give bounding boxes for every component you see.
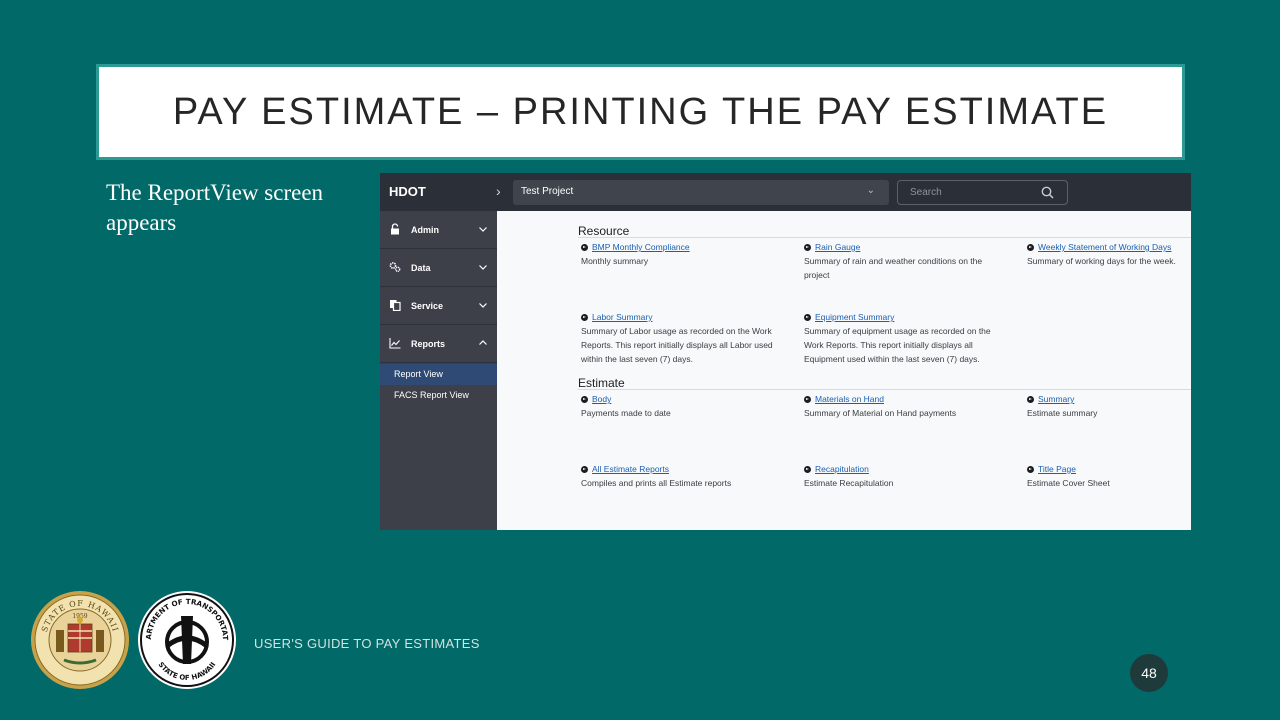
app-screenshot: HDOT › Test Project ⌄ Search Admin Data …: [380, 173, 1191, 530]
sidebar-item-reports[interactable]: Reports: [380, 325, 497, 363]
section-heading-resource: Resource: [578, 224, 630, 238]
chevron-down-icon: [479, 265, 487, 270]
report-item: Summary Estimate summary: [1027, 392, 1191, 420]
section-divider: [578, 389, 1191, 390]
report-item: Rain Gauge Summary of rain and weather c…: [804, 240, 1004, 282]
report-item: Title Page Estimate Cover Sheet: [1027, 462, 1191, 490]
report-item: BMP Monthly Compliance Monthly summary: [581, 240, 791, 268]
chevron-down-icon: [479, 227, 487, 232]
gears-icon: [389, 262, 401, 273]
search-placeholder: Search: [910, 187, 942, 198]
section-divider: [578, 237, 1191, 238]
report-link-all-estimate-reports[interactable]: All Estimate Reports: [592, 462, 669, 476]
slide-title: PAY ESTIMATE – PRINTING THE PAY ESTIMATE: [172, 90, 1109, 133]
report-description: Payments made to date: [581, 408, 671, 418]
report-link-rain-gauge[interactable]: Rain Gauge: [815, 240, 860, 254]
circle-arrow-icon: [804, 465, 811, 473]
footer-text: USER'S GUIDE TO PAY ESTIMATES: [254, 636, 480, 651]
slide-title-box: PAY ESTIMATE – PRINTING THE PAY ESTIMATE: [96, 64, 1185, 160]
state-seal-logo: STATE OF HAWAII 1959: [31, 591, 129, 689]
sidebar-item-service[interactable]: Service: [380, 287, 497, 325]
circle-arrow-icon: [804, 313, 811, 321]
report-description: Compiles and prints all Estimate reports: [581, 478, 732, 488]
slide-caption: The ReportView screen appears: [106, 180, 324, 235]
dot-seal-logo: DEPARTMENT OF TRANSPORTATION STATE OF HA…: [137, 590, 236, 689]
chevron-up-icon: [479, 340, 487, 345]
sidebar-item-label: Admin: [411, 225, 439, 235]
circle-arrow-icon: [1027, 243, 1034, 251]
report-item: Recapitulation Estimate Recapitulation: [804, 462, 1004, 490]
page-number: 48: [1130, 654, 1168, 692]
sidebar-item-admin[interactable]: Admin: [380, 211, 497, 249]
circle-arrow-icon: [804, 395, 811, 403]
sidebar-subitem-report-view[interactable]: Report View: [380, 364, 497, 385]
circle-arrow-icon: [1027, 465, 1034, 473]
report-item: Equipment Summary Summary of equipment u…: [804, 310, 1004, 366]
sidebar-subitem-facs-report-view[interactable]: FACS Report View: [380, 385, 497, 406]
report-link-bmp-monthly-compliance[interactable]: BMP Monthly Compliance: [592, 240, 690, 254]
chevron-down-icon: ⌄: [866, 185, 875, 196]
sidebar-item-label: Reports: [411, 339, 446, 349]
lock-icon: [391, 223, 399, 235]
report-link-equipment-summary[interactable]: Equipment Summary: [815, 310, 894, 324]
report-link-recapitulation[interactable]: Recapitulation: [815, 462, 869, 476]
circle-arrow-icon: [581, 313, 588, 321]
section-heading-estimate: Estimate: [578, 376, 625, 390]
copy-icon: [390, 300, 401, 311]
report-description: Estimate summary: [1027, 408, 1098, 418]
project-select-value: Test Project: [521, 186, 574, 197]
circle-arrow-icon: [581, 243, 588, 251]
report-link-body[interactable]: Body: [592, 392, 611, 406]
circle-arrow-icon: [804, 243, 811, 251]
report-description: Summary of Labor usage as recorded on th…: [581, 326, 773, 364]
report-item: Labor Summary Summary of Labor usage as …: [581, 310, 786, 366]
circle-arrow-icon: [581, 465, 588, 473]
report-item: Materials on Hand Summary of Material on…: [804, 392, 1004, 420]
search-input[interactable]: Search: [897, 180, 1068, 205]
circle-arrow-icon: [1027, 395, 1034, 403]
chart-line-icon: [389, 338, 401, 349]
report-description: Monthly summary: [581, 256, 649, 266]
brand-logo[interactable]: HDOT: [389, 184, 426, 199]
report-link-materials-on-hand[interactable]: Materials on Hand: [815, 392, 884, 406]
report-item: Weekly Statement of Working Days Summary…: [1027, 240, 1191, 268]
report-description: Summary of rain and weather conditions o…: [804, 256, 983, 280]
circle-arrow-icon: [581, 395, 588, 403]
chevron-right-icon: ›: [496, 183, 501, 199]
sidebar-item-label: Data: [411, 263, 431, 273]
report-item: All Estimate Reports Compiles and prints…: [581, 462, 791, 490]
report-description: Summary of equipment usage as recorded o…: [804, 326, 991, 364]
project-select[interactable]: Test Project ⌄: [513, 180, 889, 205]
report-description: Estimate Recapitulation: [804, 478, 894, 488]
report-content: Resource BMP Monthly Compliance Monthly …: [497, 211, 1191, 530]
sidebar-item-label: Service: [411, 301, 444, 311]
report-item: Body Payments made to date: [581, 392, 791, 420]
report-link-title-page[interactable]: Title Page: [1038, 462, 1076, 476]
report-link-labor-summary[interactable]: Labor Summary: [592, 310, 652, 324]
chevron-down-icon: [479, 303, 487, 308]
report-link-summary[interactable]: Summary: [1038, 392, 1074, 406]
top-navbar: HDOT › Test Project ⌄ Search: [380, 173, 1191, 211]
search-icon[interactable]: [1041, 186, 1054, 199]
report-description: Summary of Material on Hand payments: [804, 408, 957, 418]
report-link-weekly-statement[interactable]: Weekly Statement of Working Days: [1038, 240, 1171, 254]
report-description: Estimate Cover Sheet: [1027, 478, 1110, 488]
sidebar-item-data[interactable]: Data: [380, 249, 497, 287]
report-description: Summary of working days for the week.: [1027, 256, 1176, 266]
sidebar: Admin Data Service Reports Report View F…: [380, 211, 497, 530]
